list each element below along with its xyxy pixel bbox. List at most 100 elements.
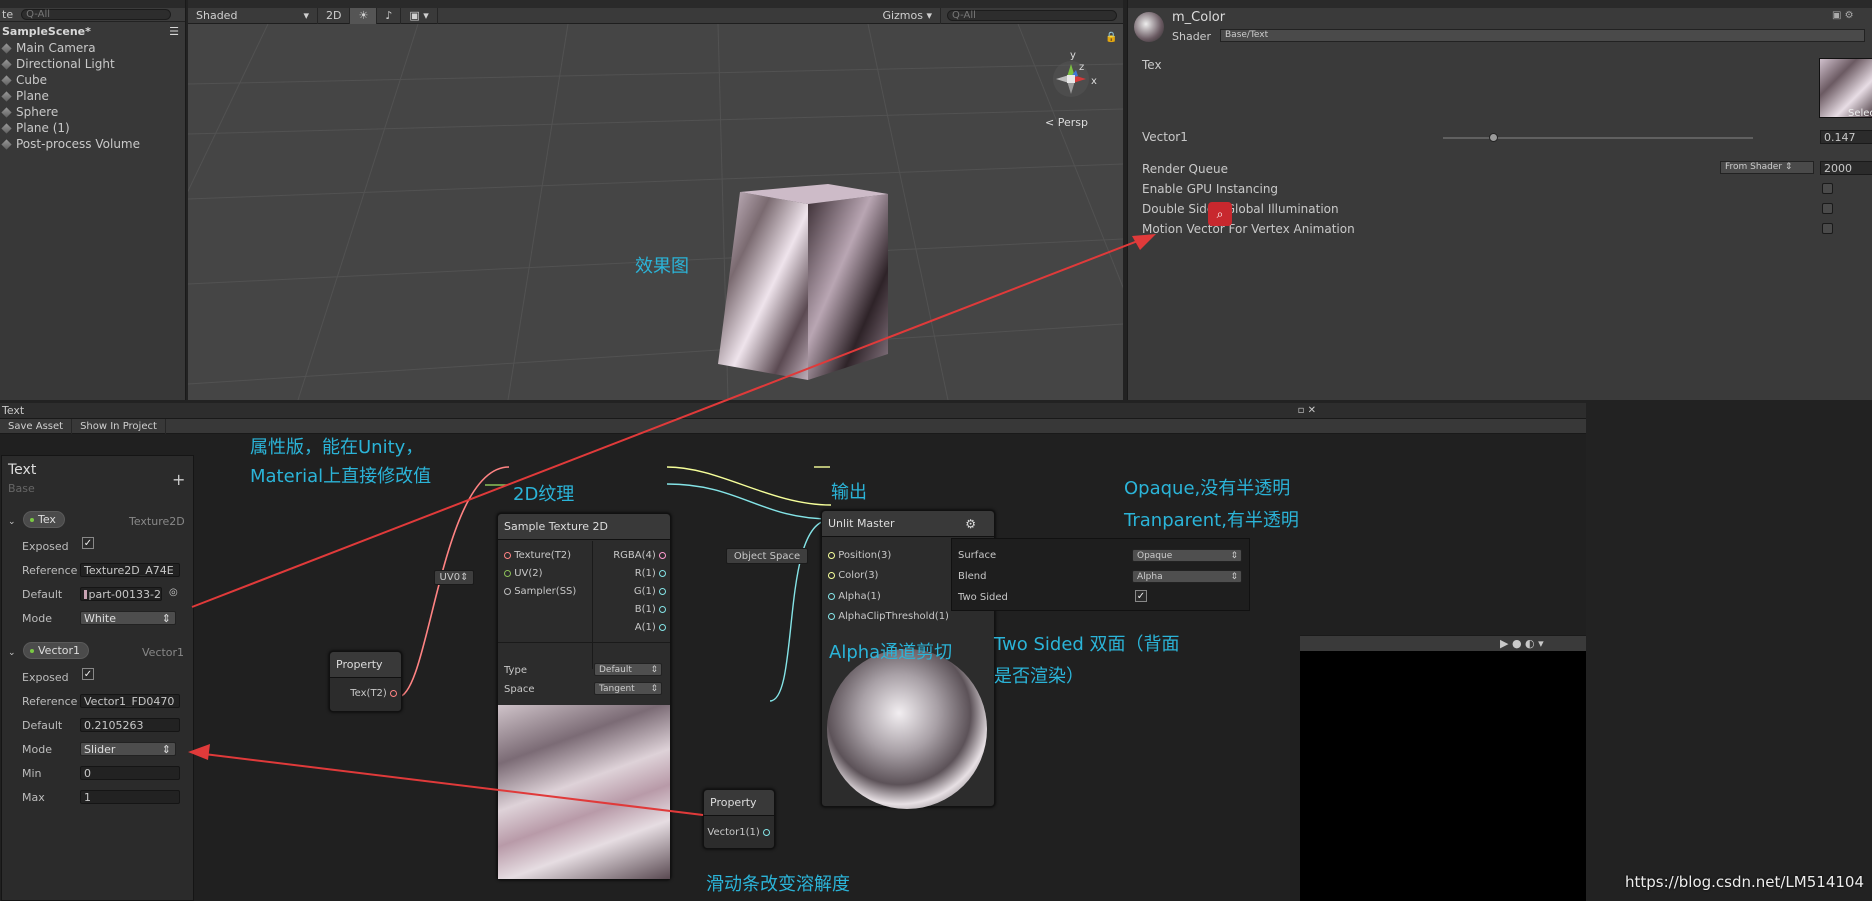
play-icon[interactable]: ▶ ● ◐ ▾: [1500, 637, 1544, 650]
add-property-button[interactable]: +: [172, 470, 185, 489]
hierarchy-item[interactable]: Main Camera: [0, 40, 185, 56]
texture-preview-image: [498, 705, 670, 879]
audio-toggle[interactable]: ♪: [377, 7, 402, 24]
blend-dropdown[interactable]: Alpha ⇕: [1132, 570, 1242, 583]
gizmos-dropdown[interactable]: Gizmos ▾: [874, 7, 941, 24]
surface-label: Surface: [958, 550, 997, 561]
hierarchy-item[interactable]: Cube: [0, 72, 185, 88]
gameobject-icon: [1, 106, 12, 118]
tex-exposed-checkbox[interactable]: ✓: [82, 537, 94, 549]
alpha-input-port[interactable]: Alpha(1): [828, 591, 881, 602]
gizmo-y-label: y: [1070, 50, 1076, 61]
property-tex-output-port[interactable]: Tex(T2): [350, 688, 397, 699]
b-output-port[interactable]: B(1): [635, 604, 666, 615]
a-output-port[interactable]: A(1): [635, 622, 666, 633]
tex-foldout-icon[interactable]: ⌄: [8, 517, 16, 527]
vector1-max-field[interactable]: 1: [80, 790, 180, 804]
scene-canvas[interactable]: y z x 🔒 < Persp: [188, 24, 1123, 400]
render-queue-value[interactable]: 2000: [1820, 161, 1872, 175]
rgba-output-port[interactable]: RGBA(4): [613, 550, 666, 561]
motion-vector-checkbox[interactable]: [1822, 223, 1833, 234]
hierarchy-panel: te Q-All SampleScene* ☰ Main Camera Direc…: [0, 0, 186, 400]
scene-search-input[interactable]: Q-All: [947, 10, 1117, 21]
speaker-icon: ♪: [385, 9, 393, 22]
hierarchy-item[interactable]: Plane: [0, 88, 185, 104]
double-sided-gi-label: Double Sided Global Illumination: [1142, 202, 1339, 216]
alpha-clip-input-port[interactable]: AlphaClipThreshold(1): [828, 611, 949, 622]
shader-dropdown[interactable]: Base/Text: [1220, 29, 1865, 42]
cube-object[interactable]: [718, 184, 888, 380]
hierarchy-item[interactable]: Sphere: [0, 104, 185, 120]
lighting-toggle[interactable]: ☀: [350, 7, 378, 24]
space-setting-label: Space: [504, 684, 535, 695]
vector1-min-field[interactable]: 0: [80, 766, 180, 780]
property-tex-node[interactable]: Property Tex(T2): [329, 651, 402, 712]
sun-icon: ☀: [358, 9, 369, 22]
property-dot-icon: [30, 648, 34, 653]
hierarchy-item[interactable]: Post-process Volume: [0, 136, 185, 152]
g-output-port[interactable]: G(1): [634, 586, 666, 597]
property-dot-icon: [30, 517, 34, 522]
tex-property-type: Texture2D: [129, 515, 185, 528]
sampler-input-port[interactable]: Sampler(SS): [504, 586, 576, 597]
port-dot-icon: [659, 570, 666, 577]
tex-reference-field[interactable]: Texture2D_A74E: [80, 563, 180, 577]
two-sided-checkbox[interactable]: ✓: [1135, 590, 1147, 602]
space-setting-dropdown[interactable]: Tangent ⇕: [594, 682, 662, 695]
vector1-mode-dropdown[interactable]: Slider ⇕: [80, 742, 176, 756]
uv-channel-chip[interactable]: UV0 ⇕: [434, 570, 474, 585]
vector1-reference-field[interactable]: Vector1_FD0470: [80, 694, 180, 708]
sample-texture-2d-node[interactable]: Sample Texture 2D Texture(T2) UV(2) Samp…: [497, 513, 671, 880]
gear-icon[interactable]: ⚙: [965, 517, 976, 531]
annotation-effect: 效果图: [635, 256, 689, 277]
gizmos-label: Gizmos: [882, 9, 923, 22]
alpha-clip-input-label: AlphaClipThreshold(1): [838, 611, 949, 622]
texture-input-port[interactable]: Texture(T2): [504, 550, 571, 561]
hierarchy-search-input[interactable]: Q-All: [21, 9, 172, 20]
dropdown-arrow-icon: ⇕: [650, 683, 658, 694]
vector1-default-field[interactable]: 0.2105263: [80, 718, 180, 732]
create-dropdown[interactable]: te: [2, 8, 13, 21]
uv-input-port[interactable]: UV(2): [504, 568, 543, 579]
surface-dropdown[interactable]: Opaque ⇕: [1132, 549, 1242, 562]
tex-mode-label: Mode: [22, 612, 52, 625]
render-queue-dropdown[interactable]: From Shader ⇕: [1720, 161, 1814, 174]
hierarchy-item[interactable]: Directional Light: [0, 56, 185, 72]
hierarchy-item[interactable]: Plane (1): [0, 120, 185, 136]
motion-vector-label: Motion Vector For Vertex Animation: [1142, 222, 1355, 236]
gameobject-icon: [1, 122, 12, 134]
inspector-menu-icons[interactable]: ▣ ⚙: [1832, 10, 1854, 21]
tex-mode-dropdown[interactable]: White ⇕: [80, 611, 176, 625]
r-output-port[interactable]: R(1): [635, 568, 666, 579]
tex-property-pill[interactable]: Tex: [23, 511, 65, 528]
scene-root-item[interactable]: SampleScene* ☰: [0, 22, 185, 40]
tex-default-field[interactable]: part-00133-2: [80, 587, 162, 601]
vector1-exposed-checkbox[interactable]: ✓: [82, 668, 94, 680]
property-vector1-output-port[interactable]: Vector1(1): [707, 827, 770, 838]
scene-menu-icon[interactable]: ☰: [169, 25, 179, 38]
object-space-chip[interactable]: Object Space: [726, 548, 808, 564]
vector1-property-pill[interactable]: Vector1: [23, 642, 90, 659]
double-sided-gi-checkbox[interactable]: [1822, 203, 1833, 214]
property-vector1-node[interactable]: Property Vector1(1): [703, 789, 775, 849]
lock-icon[interactable]: 🔒: [1105, 31, 1117, 43]
gpu-instancing-checkbox[interactable]: [1822, 183, 1833, 194]
shading-mode-dropdown[interactable]: Shaded ▾: [188, 7, 318, 24]
tex-select-button[interactable]: Select: [1848, 108, 1872, 119]
tex-exposed-label: Exposed: [22, 540, 69, 553]
vector1-default-label: Default: [22, 719, 63, 732]
blend-value: Alpha: [1137, 571, 1163, 582]
position-input-port[interactable]: Position(3): [828, 550, 891, 561]
mode-2d-button[interactable]: 2D: [318, 7, 351, 24]
tex-property-label: Tex: [1142, 58, 1162, 72]
vector1-foldout-icon[interactable]: ⌄: [8, 648, 16, 658]
shader-value: Base/Text: [1225, 30, 1269, 40]
effects-dropdown[interactable]: ▣ ▾: [401, 7, 438, 24]
vector1-value-field[interactable]: 0.147: [1820, 130, 1872, 144]
type-setting-dropdown[interactable]: Default ⇕: [594, 663, 662, 676]
vector1-slider-thumb[interactable]: [1488, 133, 1498, 142]
hierarchy-tab[interactable]: [0, 0, 185, 8]
color-input-port[interactable]: Color(3): [828, 570, 878, 581]
object-picker-icon[interactable]: ◎: [169, 587, 178, 598]
persp-label[interactable]: < Persp: [1045, 116, 1088, 129]
